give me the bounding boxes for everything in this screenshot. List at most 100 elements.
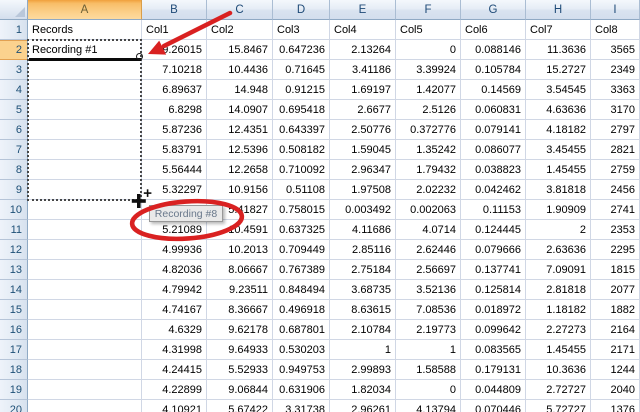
row-header-16[interactable]: 16 <box>0 320 28 340</box>
cell-F10[interactable]: 0.002063 <box>396 200 461 220</box>
cell-D5[interactable]: 0.695418 <box>273 100 330 120</box>
cell-G18[interactable]: 0.179131 <box>461 360 526 380</box>
cell-I8[interactable]: 2759 <box>591 160 640 180</box>
cell-G19[interactable]: 0.044809 <box>461 380 526 400</box>
cell-F3[interactable]: 3.39924 <box>396 60 461 80</box>
cell-B12[interactable]: 4.99936 <box>142 240 207 260</box>
cell-D7[interactable]: 0.508182 <box>273 140 330 160</box>
cell-D11[interactable]: 0.637325 <box>273 220 330 240</box>
cell-G7[interactable]: 0.086077 <box>461 140 526 160</box>
column-header-E[interactable]: E <box>330 0 396 20</box>
cell-B8[interactable]: 5.56444 <box>142 160 207 180</box>
column-header-F[interactable]: F <box>396 0 461 20</box>
cell-D2[interactable]: 0.647236 <box>273 40 330 60</box>
row-header-2[interactable]: 2 <box>0 40 28 60</box>
cell-D14[interactable]: 0.848494 <box>273 280 330 300</box>
cell-I12[interactable]: 2295 <box>591 240 640 260</box>
cell-E3[interactable]: 3.41186 <box>330 60 396 80</box>
cell-F8[interactable]: 1.79432 <box>396 160 461 180</box>
row-header-12[interactable]: 12 <box>0 240 28 260</box>
cell-F18[interactable]: 1.58588 <box>396 360 461 380</box>
cell-A13[interactable] <box>28 260 142 280</box>
cell-H10[interactable]: 1.90909 <box>526 200 591 220</box>
cell-I6[interactable]: 2797 <box>591 120 640 140</box>
row-header-9[interactable]: 9 <box>0 180 28 200</box>
cell-D17[interactable]: 0.530203 <box>273 340 330 360</box>
row-header-17[interactable]: 17 <box>0 340 28 360</box>
cell-G16[interactable]: 0.099642 <box>461 320 526 340</box>
cell-H1[interactable]: Col7 <box>526 20 591 40</box>
cell-F12[interactable]: 2.62446 <box>396 240 461 260</box>
cell-D20[interactable]: 3.31738 <box>273 400 330 412</box>
column-header-H[interactable]: H <box>526 0 591 20</box>
row-header-8[interactable]: 8 <box>0 160 28 180</box>
cell-B15[interactable]: 4.74167 <box>142 300 207 320</box>
cell-G2[interactable]: 0.088146 <box>461 40 526 60</box>
cell-C14[interactable]: 9.23511 <box>207 280 273 300</box>
cell-G12[interactable]: 0.079666 <box>461 240 526 260</box>
row-header-14[interactable]: 14 <box>0 280 28 300</box>
cell-G6[interactable]: 0.079141 <box>461 120 526 140</box>
cell-E15[interactable]: 8.63615 <box>330 300 396 320</box>
cell-G5[interactable]: 0.060831 <box>461 100 526 120</box>
cell-H20[interactable]: 5.72727 <box>526 400 591 412</box>
cell-I5[interactable]: 3170 <box>591 100 640 120</box>
cell-F2[interactable]: 0 <box>396 40 461 60</box>
cell-I20[interactable]: 1376 <box>591 400 640 412</box>
cell-C11[interactable]: 10.4591 <box>207 220 273 240</box>
cell-E4[interactable]: 1.69197 <box>330 80 396 100</box>
row-header-7[interactable]: 7 <box>0 140 28 160</box>
cell-E16[interactable]: 2.10784 <box>330 320 396 340</box>
column-header-C[interactable]: C <box>207 0 273 20</box>
cell-F19[interactable]: 0 <box>396 380 461 400</box>
cell-C9[interactable]: 10.9156 <box>207 180 273 200</box>
row-header-13[interactable]: 13 <box>0 260 28 280</box>
row-header-1[interactable]: 1 <box>0 20 28 40</box>
cell-B6[interactable]: 5.87236 <box>142 120 207 140</box>
cell-A18[interactable] <box>28 360 142 380</box>
cell-A1[interactable]: Records <box>28 20 142 40</box>
cell-H8[interactable]: 1.45455 <box>526 160 591 180</box>
cell-I1[interactable]: Col8 <box>591 20 640 40</box>
cell-B14[interactable]: 4.79942 <box>142 280 207 300</box>
cell-I11[interactable]: 2353 <box>591 220 640 240</box>
cell-F20[interactable]: 4.13794 <box>396 400 461 412</box>
cell-D18[interactable]: 0.949753 <box>273 360 330 380</box>
column-header-I[interactable]: I <box>591 0 640 20</box>
cell-C20[interactable]: 5.67422 <box>207 400 273 412</box>
cell-H16[interactable]: 2.27273 <box>526 320 591 340</box>
cell-A10[interactable] <box>28 200 142 220</box>
cell-C4[interactable]: 14.948 <box>207 80 273 100</box>
cell-C15[interactable]: 8.36667 <box>207 300 273 320</box>
cell-C17[interactable]: 9.64933 <box>207 340 273 360</box>
cell-D16[interactable]: 0.687801 <box>273 320 330 340</box>
cell-E11[interactable]: 4.11686 <box>330 220 396 240</box>
cell-E5[interactable]: 2.6677 <box>330 100 396 120</box>
cell-E20[interactable]: 2.96261 <box>330 400 396 412</box>
cell-H2[interactable]: 11.3636 <box>526 40 591 60</box>
cell-B1[interactable]: Col1 <box>142 20 207 40</box>
cell-E14[interactable]: 3.68735 <box>330 280 396 300</box>
cell-H5[interactable]: 4.63636 <box>526 100 591 120</box>
select-all-corner[interactable] <box>0 0 28 20</box>
column-header-B[interactable]: B <box>142 0 207 20</box>
cell-G9[interactable]: 0.042462 <box>461 180 526 200</box>
cell-B4[interactable]: 6.89637 <box>142 80 207 100</box>
cell-B5[interactable]: 6.8298 <box>142 100 207 120</box>
cell-A19[interactable] <box>28 380 142 400</box>
cell-F1[interactable]: Col5 <box>396 20 461 40</box>
cell-B13[interactable]: 4.82036 <box>142 260 207 280</box>
cell-I2[interactable]: 3565 <box>591 40 640 60</box>
cell-H4[interactable]: 3.54545 <box>526 80 591 100</box>
cell-D13[interactable]: 0.767389 <box>273 260 330 280</box>
cell-I3[interactable]: 2349 <box>591 60 640 80</box>
cell-F6[interactable]: 0.372776 <box>396 120 461 140</box>
cell-E7[interactable]: 1.59045 <box>330 140 396 160</box>
cell-B7[interactable]: 5.83791 <box>142 140 207 160</box>
row-header-4[interactable]: 4 <box>0 80 28 100</box>
cell-I18[interactable]: 1244 <box>591 360 640 380</box>
cell-E1[interactable]: Col4 <box>330 20 396 40</box>
cell-A14[interactable] <box>28 280 142 300</box>
cell-H14[interactable]: 2.81818 <box>526 280 591 300</box>
cell-A4[interactable] <box>28 80 142 100</box>
